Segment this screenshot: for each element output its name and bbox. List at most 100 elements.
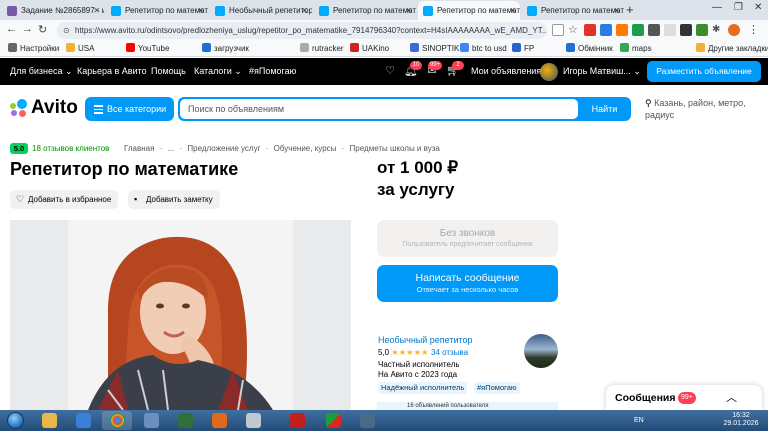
catalogs-menu[interactable]: Каталоги ⌄ [194, 58, 242, 85]
browser-tab[interactable]: Необычный репетитор ✕ [210, 1, 312, 20]
tab-favicon-icon [215, 6, 225, 16]
browser-tab[interactable]: Репетитор по математ ✕ [522, 1, 624, 20]
breadcrumb-item[interactable]: Обучение, курсы [274, 144, 337, 153]
add-note-button[interactable]: ▪ Добавить заметку [128, 190, 220, 209]
site-info-icon[interactable]: ⊙ [63, 22, 70, 39]
favorites-heart-icon[interactable]: ♡ [383, 64, 397, 78]
browser-tab[interactable]: Репетитор по математ ✕ [106, 1, 208, 20]
career-link[interactable]: Карьера в Авито [77, 58, 147, 85]
maximize-icon[interactable]: ❐ [734, 2, 743, 13]
my-ads-link[interactable]: Мои объявления [471, 58, 541, 85]
tab-close-icon[interactable]: ✕ [405, 1, 412, 20]
folder-icon [66, 43, 75, 52]
bookmark-item[interactable]: Обмінник [566, 41, 613, 57]
clock[interactable]: 16:32 29.01.2026 [716, 412, 766, 428]
extension-icon[interactable] [616, 24, 628, 36]
breadcrumb-item[interactable]: ... [168, 144, 175, 153]
close-window-icon[interactable]: ✕ [754, 2, 762, 13]
for-business-menu[interactable]: Для бизнеса ⌄ [10, 58, 73, 85]
bookmark-star-icon[interactable]: ☆ [568, 24, 580, 36]
browser-tab[interactable]: Репетитор по математ ✕ [314, 1, 416, 20]
taskbar-app[interactable] [282, 411, 312, 430]
reload-icon[interactable]: ↻ [38, 23, 47, 36]
profile-icon[interactable] [728, 24, 740, 36]
seller-reviews-link[interactable]: 34 отзыва [431, 348, 468, 357]
taskbar-app[interactable] [170, 411, 200, 430]
new-tab-icon[interactable]: + [626, 2, 634, 17]
bookmark-item[interactable]: maps [620, 41, 652, 57]
tab-favicon-icon [7, 6, 17, 16]
avatar[interactable] [540, 63, 558, 81]
bookmark-item[interactable]: USA [66, 41, 94, 57]
breadcrumb-item[interactable]: Главная [124, 144, 154, 153]
extension-icon[interactable] [584, 24, 596, 36]
page-title: Репетитор по математике [10, 159, 239, 179]
bookmark-item[interactable]: YouTube [126, 41, 169, 57]
taskbar-app[interactable] [68, 411, 98, 430]
tab-label: Репетитор по математ [541, 6, 624, 15]
start-button[interactable] [2, 410, 30, 431]
messages-widget[interactable]: Сообщения 99+ ︿ [606, 385, 762, 411]
taskbar-app[interactable] [238, 411, 268, 430]
extension-icon[interactable] [664, 24, 676, 36]
tab-favicon-icon [423, 6, 433, 16]
extension-icon[interactable] [696, 24, 708, 36]
app-icon [326, 413, 341, 428]
taskbar-app[interactable] [204, 411, 234, 430]
taskbar-app[interactable] [102, 411, 132, 430]
bookmark-item[interactable]: btc to usd [460, 41, 507, 57]
help-link[interactable]: Помощь [151, 58, 186, 85]
search-bar: Найти [178, 97, 631, 121]
tab-close-icon[interactable]: ✕ [197, 1, 204, 20]
bookmark-item[interactable]: Настройки [8, 41, 59, 57]
search-input[interactable] [180, 99, 578, 119]
listing-photo[interactable] [10, 220, 351, 410]
taskbar-app[interactable] [352, 411, 382, 430]
bookmark-item[interactable]: rutracker [300, 41, 344, 57]
taskbar-app[interactable] [136, 411, 166, 430]
forward-icon[interactable]: → [22, 23, 33, 35]
bookmark-item[interactable]: FP [512, 41, 534, 57]
other-bookmarks[interactable]: Другие закладки [696, 41, 768, 57]
seller-ads-count[interactable]: 16 объявлений пользователя [377, 402, 558, 410]
extension-icon[interactable] [648, 24, 660, 36]
breadcrumb-item[interactable]: Предложение услуг [187, 144, 260, 153]
back-icon[interactable]: ← [6, 23, 17, 35]
breadcrumb-item[interactable]: Предметы школы и вуза [350, 144, 440, 153]
extension-icon[interactable] [600, 24, 612, 36]
write-message-button[interactable]: Написать сообщение Отвечает за несколько… [377, 265, 558, 302]
tab-close-icon[interactable]: ✕ [509, 1, 516, 20]
browser-tab-active[interactable]: Репетитор по математ ✕ [418, 1, 520, 20]
reviews-link[interactable]: 18 отзывов клиентов [32, 143, 109, 154]
taskbar-app[interactable] [34, 411, 64, 430]
extension-icon[interactable] [632, 24, 644, 36]
tab-close-icon[interactable]: ✕ [613, 1, 620, 20]
address-bar[interactable]: ⊙ https://www.avito.ru/odintsovo/predloz… [57, 22, 547, 39]
bookmark-item[interactable]: SINOPTIK [410, 41, 459, 57]
exchange-icon [566, 43, 575, 52]
tab-close-icon[interactable]: ✕ [93, 1, 100, 20]
translate-icon[interactable] [552, 24, 564, 36]
minimize-icon[interactable]: — [712, 2, 722, 13]
extensions-puzzle-icon[interactable]: ✱ [712, 24, 724, 36]
search-button[interactable]: Найти [578, 97, 631, 121]
windows-start-icon [7, 412, 24, 429]
post-ad-button[interactable]: Разместить объявление [647, 61, 761, 82]
user-menu[interactable]: Игорь Матвиш... ⌄ [563, 58, 641, 85]
add-favorite-button[interactable]: ♡ Добавить в избранное [10, 190, 119, 209]
avatar[interactable] [524, 334, 558, 368]
browser-menu-icon[interactable]: ⋮ [748, 24, 760, 36]
language-indicator[interactable]: EN [634, 410, 644, 431]
bookmark-item[interactable]: загрузчик [202, 41, 249, 57]
location-selector[interactable]: ⚲ Казань, район, метро, радиус [645, 97, 763, 121]
i-help-link[interactable]: #яПомогаю [249, 58, 296, 85]
chevron-up-icon[interactable]: ︿ [726, 388, 737, 408]
all-categories-button[interactable]: Все категории [85, 97, 174, 121]
i-help-badge: #яПомогаю [474, 382, 520, 394]
extension-icon[interactable] [680, 24, 692, 36]
browser-tab[interactable]: Задание №2865897 - и ✕ [2, 1, 104, 20]
taskbar-app[interactable] [318, 411, 348, 430]
seller-name-link[interactable]: Необычный репетитор [378, 335, 473, 346]
bookmark-item[interactable]: UAKino [350, 41, 389, 57]
tab-close-icon[interactable]: ✕ [301, 1, 308, 20]
